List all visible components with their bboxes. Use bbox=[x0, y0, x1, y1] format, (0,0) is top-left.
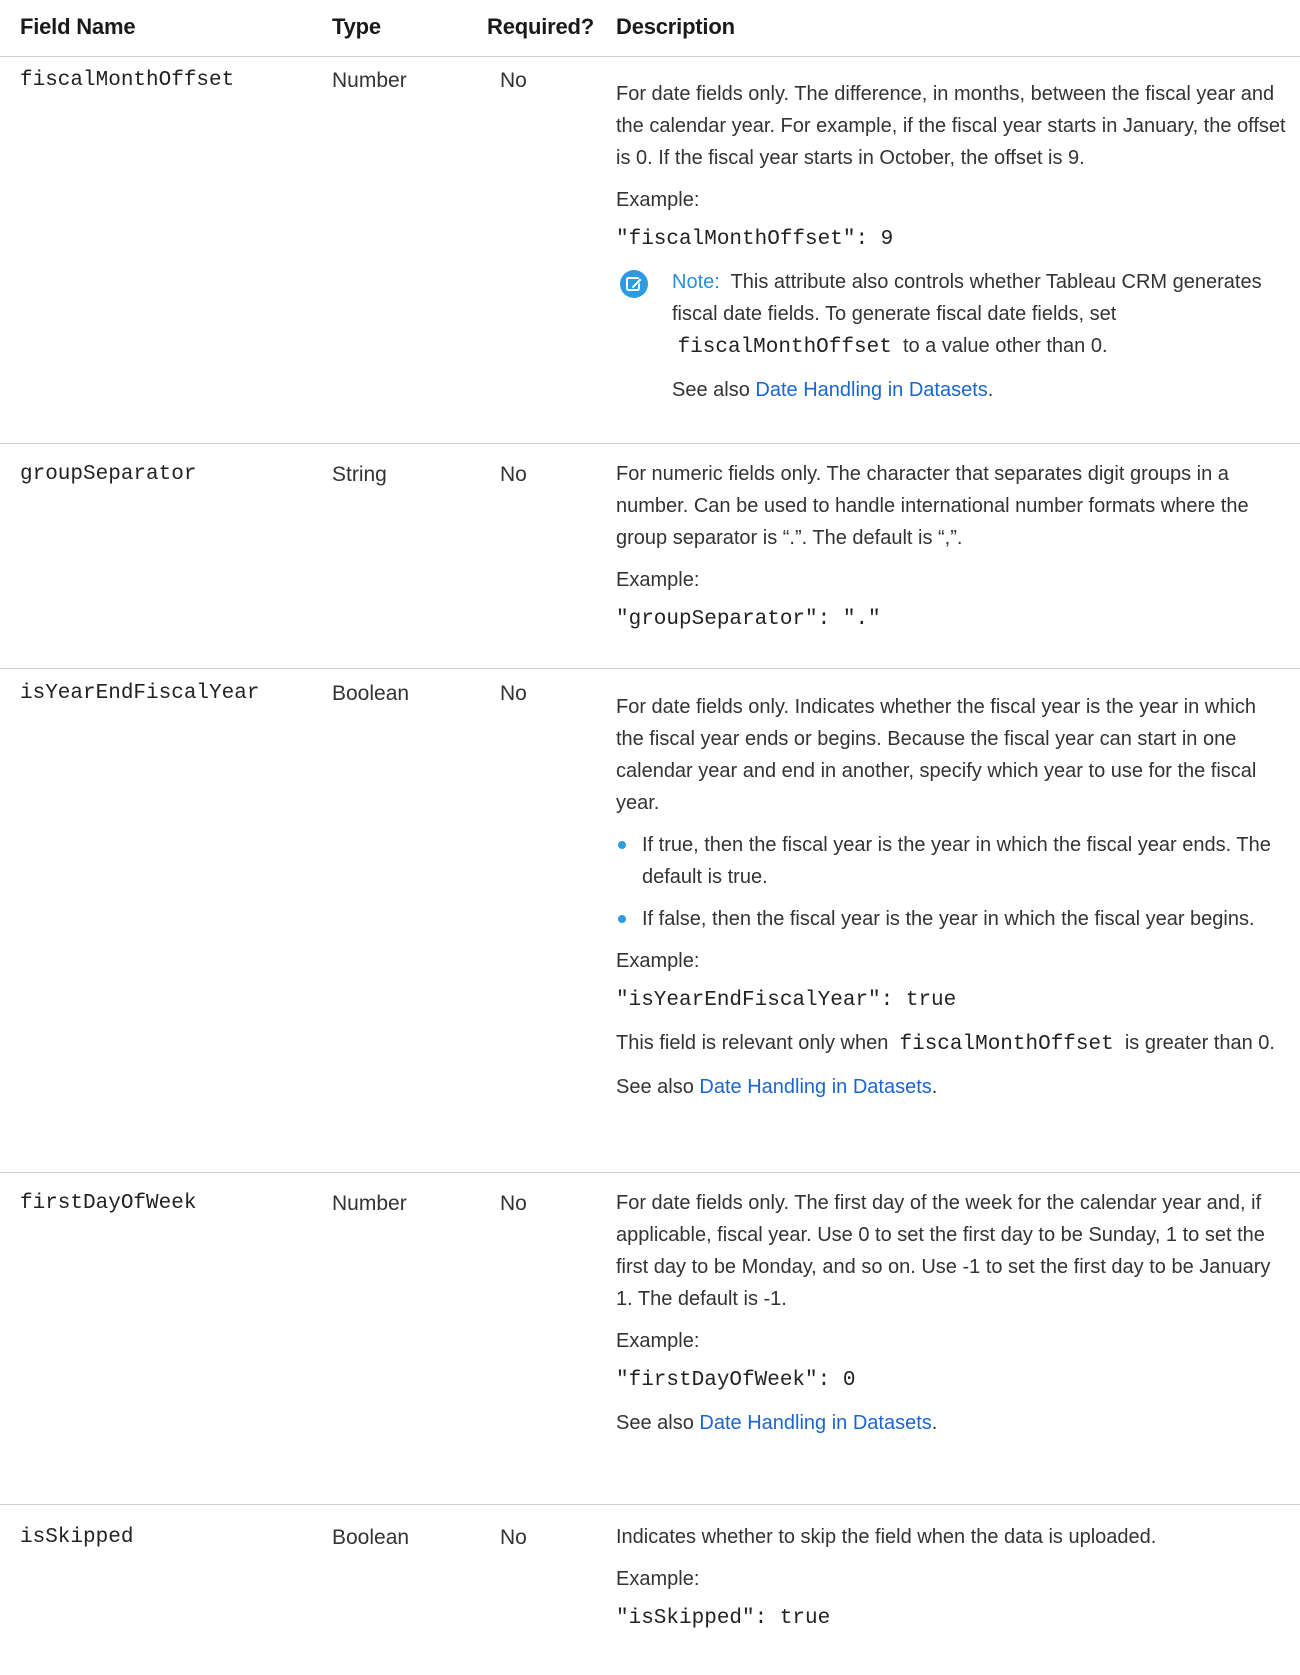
date-handling-link[interactable]: Date Handling in Datasets bbox=[699, 1076, 931, 1098]
header-description: Description bbox=[616, 14, 735, 39]
relevance-text: This field is relevant only when bbox=[616, 1032, 889, 1054]
example-code: "firstDayOfWeek": 0 bbox=[616, 1369, 856, 1392]
example-code: "groupSeparator": "." bbox=[616, 608, 881, 631]
field-description: For numeric fields only. The character t… bbox=[616, 458, 1286, 646]
field-required: No bbox=[500, 1526, 527, 1549]
header-field-name: Field Name bbox=[20, 14, 136, 39]
table-header: Field Name Type Required? Description bbox=[0, 0, 1300, 55]
row-divider bbox=[0, 1504, 1300, 1505]
field-required: No bbox=[500, 682, 527, 705]
field-required: No bbox=[500, 463, 527, 486]
relevance-code: fiscalMonthOffset bbox=[899, 1033, 1114, 1056]
bullet-icon bbox=[618, 915, 626, 923]
list-item: If true, then the fiscal year is the yea… bbox=[616, 829, 1286, 893]
see-also-text: See also bbox=[616, 1076, 694, 1098]
row-divider bbox=[0, 443, 1300, 444]
description-text: For date fields only. The first day of t… bbox=[616, 1192, 1271, 1310]
example-code: "fiscalMonthOffset": 9 bbox=[616, 228, 894, 251]
date-handling-link[interactable]: Date Handling in Datasets bbox=[755, 379, 987, 401]
field-required: No bbox=[500, 69, 527, 92]
header-type: Type bbox=[332, 14, 381, 39]
field-type: Number bbox=[332, 69, 407, 92]
field-type: Boolean bbox=[332, 1526, 410, 1549]
example-label: Example: bbox=[616, 189, 700, 211]
field-type: Number bbox=[332, 1192, 407, 1215]
note-callout: Note: This attribute also controls wheth… bbox=[616, 266, 1286, 406]
note-edit-icon bbox=[620, 270, 648, 298]
see-also-text: See also bbox=[616, 1412, 694, 1434]
field-required: No bbox=[500, 1192, 527, 1215]
field-description: For date fields only. Indicates whether … bbox=[616, 691, 1286, 1113]
field-name: groupSeparator bbox=[20, 463, 197, 486]
header-required: Required? bbox=[487, 14, 594, 39]
description-text: For date fields only. The difference, in… bbox=[616, 83, 1286, 169]
field-name: isSkipped bbox=[20, 1526, 134, 1549]
example-code: "isYearEndFiscalYear": true bbox=[616, 989, 957, 1012]
bullet-text: If false, then the fiscal year is the ye… bbox=[642, 908, 1255, 930]
description-text: For numeric fields only. The character t… bbox=[616, 463, 1249, 549]
row-divider bbox=[0, 668, 1300, 669]
field-type: Boolean bbox=[332, 682, 410, 705]
example-label: Example: bbox=[616, 569, 700, 591]
field-description: For date fields only. The difference, in… bbox=[616, 78, 1286, 416]
example-label: Example: bbox=[616, 950, 700, 972]
bullet-text: If true, then the fiscal year is the yea… bbox=[642, 834, 1271, 888]
list-item: If false, then the fiscal year is the ye… bbox=[616, 903, 1286, 935]
relevance-text-end: is greater than 0. bbox=[1124, 1032, 1275, 1054]
field-name: firstDayOfWeek bbox=[20, 1192, 197, 1215]
note-text-end: to a value other than 0. bbox=[902, 335, 1108, 357]
header-divider bbox=[0, 56, 1300, 57]
note-label: Note: bbox=[672, 271, 720, 293]
example-label: Example: bbox=[616, 1568, 700, 1590]
description-text: Indicates whether to skip the field when… bbox=[616, 1526, 1157, 1548]
see-also-text: See also bbox=[672, 379, 750, 401]
bullet-icon bbox=[618, 841, 626, 849]
note-code: fiscalMonthOffset bbox=[677, 336, 892, 359]
field-name: fiscalMonthOffset bbox=[20, 69, 235, 92]
field-description: Indicates whether to skip the field when… bbox=[616, 1521, 1286, 1645]
example-label: Example: bbox=[616, 1330, 700, 1352]
row-divider bbox=[0, 1172, 1300, 1173]
field-name: isYearEndFiscalYear bbox=[20, 682, 260, 705]
description-text: For date fields only. Indicates whether … bbox=[616, 696, 1257, 814]
field-description: For date fields only. The first day of t… bbox=[616, 1187, 1286, 1449]
date-handling-link[interactable]: Date Handling in Datasets bbox=[699, 1412, 931, 1434]
field-type: String bbox=[332, 463, 387, 486]
note-text: This attribute also controls whether Tab… bbox=[672, 271, 1262, 325]
example-code: "isSkipped": true bbox=[616, 1607, 831, 1630]
